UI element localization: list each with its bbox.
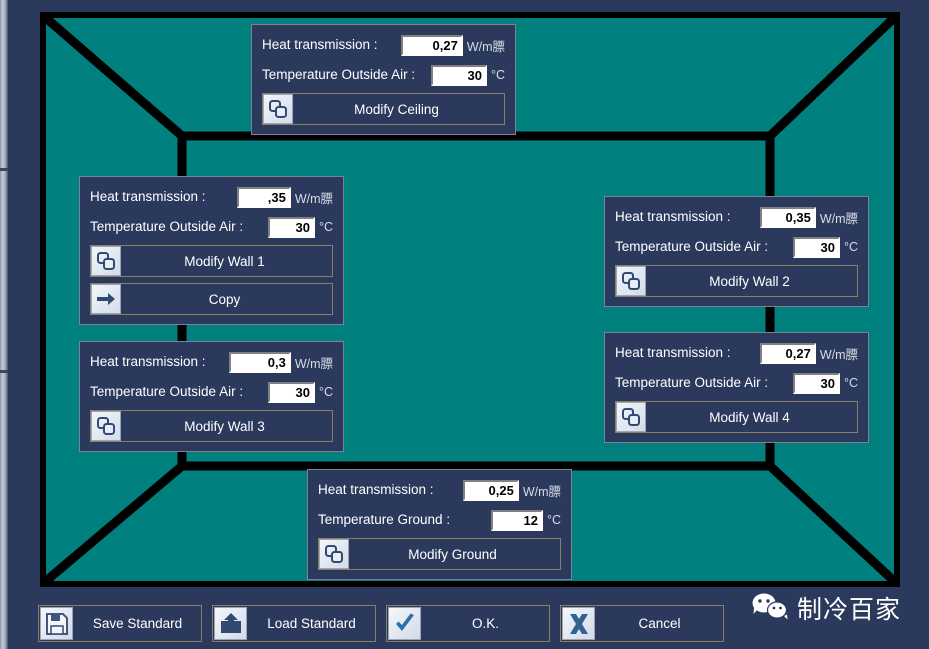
application-window: Heat transmission : W/m膘 Temperature Out… [0, 0, 929, 649]
wall2-heat-transmission-label: Heat transmission : [615, 209, 731, 225]
modify-wall3-label: Modify Wall 3 [184, 418, 265, 434]
modify-wall3-button[interactable]: Modify Wall 3 [90, 410, 333, 442]
left-scrollbar[interactable] [0, 0, 8, 649]
wall1-temperature-label: Temperature Outside Air : [90, 219, 244, 235]
arrow-right-icon [91, 284, 121, 314]
wall2-temperature-row: Temperature Outside Air : °C [615, 235, 858, 259]
wall2-temperature-input[interactable] [792, 236, 840, 258]
save-standard-button[interactable]: Save Standard [38, 605, 202, 642]
wechat-icon [751, 591, 789, 626]
wall1-u-value-unit: W/m膘 [294, 191, 333, 206]
ground-heat-transmission-label: Heat transmission : [318, 482, 434, 498]
ground-heat-transmission-input[interactable] [462, 479, 519, 501]
ceiling-celsius-unit: °C [490, 68, 505, 82]
load-standard-label: Load Standard [267, 616, 356, 631]
wall3-temperature-row: Temperature Outside Air : °C [90, 380, 333, 404]
wall4-heat-transmission-label: Heat transmission : [615, 345, 731, 361]
load-standard-button[interactable]: Load Standard [212, 605, 376, 642]
cancel-label: Cancel [638, 616, 681, 631]
wall4-temperature-label: Temperature Outside Air : [615, 375, 769, 391]
modify-wall2-button[interactable]: Modify Wall 2 [615, 265, 858, 297]
ceiling-u-value-unit: W/m膘 [466, 39, 505, 54]
wall1-heat-transmission-label: Heat transmission : [90, 189, 206, 205]
wall4-heat-transmission-input[interactable] [759, 342, 816, 364]
ground-temperature-label: Temperature Ground : [318, 512, 451, 528]
copy-shapes-icon [91, 246, 121, 276]
panel-ceiling: Heat transmission : W/m膘 Temperature Out… [251, 24, 516, 135]
ground-temperature-input[interactable] [490, 509, 543, 531]
wall4-temperature-input[interactable] [792, 372, 840, 394]
panel-ground: Heat transmission : W/m膘 Temperature Gro… [307, 469, 572, 580]
modify-wall1-label: Modify Wall 1 [184, 253, 265, 269]
ok-button[interactable]: O.K. [386, 605, 550, 642]
modify-wall1-button[interactable]: Modify Wall 1 [90, 245, 333, 277]
modify-wall2-label: Modify Wall 2 [709, 273, 790, 289]
ceiling-temperature-label: Temperature Outside Air : [262, 67, 416, 83]
upload-folder-icon [214, 607, 247, 640]
modify-ground-button[interactable]: Modify Ground [318, 538, 561, 570]
modify-wall4-button[interactable]: Modify Wall 4 [615, 401, 858, 433]
wall3-u-value-unit: W/m膘 [294, 356, 333, 371]
wall1-heat-transmission-input[interactable] [236, 186, 291, 208]
x-mark-icon [562, 607, 595, 640]
checkmark-icon [388, 607, 421, 640]
wall1-heat-transmission-row: Heat transmission : W/m膘 [90, 185, 333, 209]
ok-label: O.K. [471, 616, 499, 631]
bottom-toolbar: Save Standard Load Standard O.K. Cancel [38, 605, 734, 642]
panel-wall3: Heat transmission : W/m膘 Temperature Out… [79, 341, 344, 452]
ground-u-value-unit: W/m膘 [522, 484, 561, 499]
modify-wall4-label: Modify Wall 4 [709, 409, 790, 425]
wall2-celsius-unit: °C [843, 240, 858, 254]
copy-shapes-icon [616, 402, 646, 432]
copy-shapes-icon [91, 411, 121, 441]
modify-ceiling-button[interactable]: Modify Ceiling [262, 93, 505, 125]
ground-heat-transmission-row: Heat transmission : W/m膘 [318, 478, 561, 502]
ground-celsius-unit: °C [546, 513, 561, 527]
wall4-heat-transmission-row: Heat transmission : W/m膘 [615, 341, 858, 365]
panel-wall1: Heat transmission : W/m膘 Temperature Out… [79, 176, 344, 325]
cancel-button[interactable]: Cancel [560, 605, 724, 642]
ceiling-heat-transmission-label: Heat transmission : [262, 37, 378, 53]
ground-temperature-row: Temperature Ground : °C [318, 508, 561, 532]
copy-shapes-icon [319, 539, 349, 569]
ceiling-temperature-row: Temperature Outside Air : °C [262, 63, 505, 87]
wall3-celsius-unit: °C [318, 385, 333, 399]
copy-shapes-icon [263, 94, 293, 124]
wall2-heat-transmission-row: Heat transmission : W/m膘 [615, 205, 858, 229]
floppy-disk-icon [40, 607, 73, 640]
copy-shapes-icon [616, 266, 646, 296]
wall4-temperature-row: Temperature Outside Air : °C [615, 371, 858, 395]
wall4-celsius-unit: °C [843, 376, 858, 390]
wall1-temperature-row: Temperature Outside Air : °C [90, 215, 333, 239]
wall1-temperature-input[interactable] [267, 216, 315, 238]
ceiling-heat-transmission-row: Heat transmission : W/m膘 [262, 33, 505, 57]
copy-wall1-label: Copy [208, 291, 241, 307]
wall4-u-value-unit: W/m膘 [819, 347, 858, 362]
wall2-u-value-unit: W/m膘 [819, 211, 858, 226]
wall2-temperature-label: Temperature Outside Air : [615, 239, 769, 255]
copy-wall1-button[interactable]: Copy [90, 283, 333, 315]
wall2-heat-transmission-input[interactable] [759, 206, 816, 228]
wall3-temperature-label: Temperature Outside Air : [90, 384, 244, 400]
panel-wall4: Heat transmission : W/m膘 Temperature Out… [604, 332, 869, 443]
wall3-heat-transmission-input[interactable] [228, 351, 291, 373]
wall3-heat-transmission-label: Heat transmission : [90, 354, 206, 370]
ceiling-heat-transmission-input[interactable] [400, 34, 463, 56]
watermark-text: 制冷百家 [796, 595, 901, 624]
modify-ground-label: Modify Ground [408, 546, 497, 562]
wall3-heat-transmission-row: Heat transmission : W/m膘 [90, 350, 333, 374]
ceiling-temperature-input[interactable] [430, 64, 487, 86]
modify-ceiling-label: Modify Ceiling [354, 101, 439, 117]
wall3-temperature-input[interactable] [267, 381, 315, 403]
save-standard-label: Save Standard [92, 616, 183, 631]
panel-wall2: Heat transmission : W/m膘 Temperature Out… [604, 196, 869, 307]
watermark: 制冷百家 [751, 590, 901, 626]
wall1-celsius-unit: °C [318, 220, 333, 234]
